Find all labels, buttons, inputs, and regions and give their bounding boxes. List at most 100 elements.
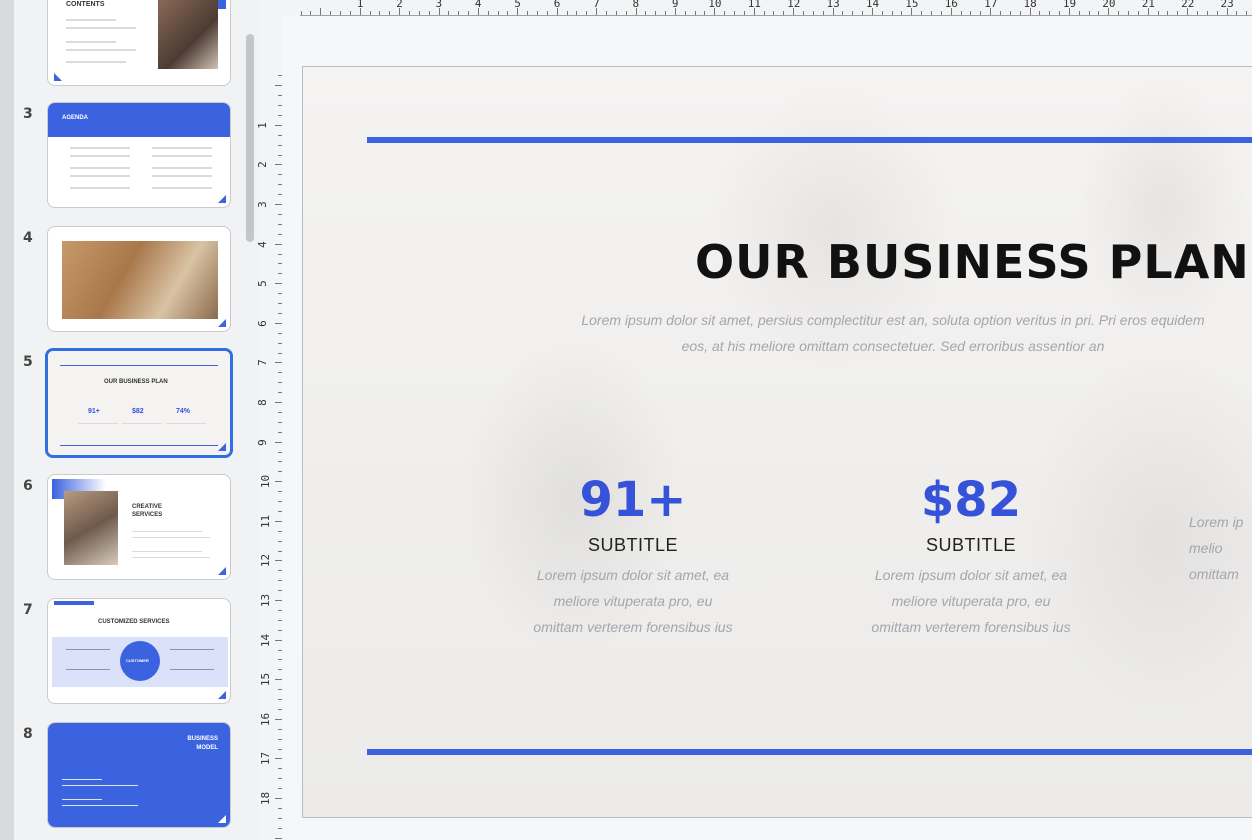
- ruler-tick: [576, 11, 578, 15]
- stat-value: 91+: [579, 472, 687, 528]
- ruler-label: 2: [255, 161, 269, 169]
- ruler-tick: [970, 11, 972, 15]
- ruler-tick: [278, 570, 282, 572]
- ruler-tick: [1039, 11, 1041, 15]
- ruler-tick: [275, 600, 282, 601]
- ruler-tick: [278, 619, 282, 621]
- ruler-tick: [278, 550, 282, 552]
- thumbnail-slide-4[interactable]: [47, 226, 231, 332]
- ruler-tick: [999, 11, 1001, 15]
- ruler-tick: [278, 530, 282, 532]
- ruler-tick: [1088, 11, 1090, 15]
- ruler-tick: [822, 11, 824, 15]
- ruler-tick: [278, 352, 282, 354]
- thumbnail-slide-7[interactable]: CUSTOMIZED SERVICES CUSTOMER: [47, 598, 231, 704]
- window-edge: [0, 0, 14, 840]
- ruler-tick: [278, 312, 282, 314]
- thumbnail-slide-2[interactable]: CONTENTS: [47, 0, 231, 86]
- ruler-label: 2: [396, 0, 403, 10]
- ruler-label: 20: [1102, 0, 1116, 10]
- ruler-tick: [448, 11, 450, 15]
- ruler-tick: [275, 402, 282, 403]
- ruler-tick: [527, 11, 529, 15]
- ruler-tick: [704, 11, 706, 15]
- ruler-tick: [625, 11, 627, 15]
- ruler-tick: [278, 114, 282, 116]
- thumbnail-number: 7: [23, 602, 33, 618]
- ruler-tick: [278, 75, 282, 77]
- ruler-label: 10: [259, 475, 273, 489]
- ruler-tick: [278, 154, 282, 156]
- ruler-tick: [566, 11, 568, 15]
- slide-thumbnail-panel[interactable]: CONTENTS 3 AGENDA 4 5 OUR BUSINESS PLAN …: [14, 0, 258, 840]
- ruler-tick: [275, 85, 282, 87]
- ruler-tick: [278, 253, 282, 255]
- thumbnail-photo: [64, 491, 118, 565]
- stat-label: SUBTITLE: [587, 535, 679, 555]
- thumbnail-scrollbar[interactable]: [246, 34, 254, 242]
- ruler-label: 12: [787, 0, 801, 10]
- ruler-tick: [278, 144, 282, 146]
- ruler-tick: [278, 293, 282, 295]
- ruler-label: 11: [259, 514, 273, 528]
- thumbnail-slide-3[interactable]: AGENDA: [47, 102, 231, 208]
- current-slide[interactable]: OUR BUSINESS PLAN Lorem ipsum dolor sit …: [302, 66, 1252, 818]
- ruler-tick: [468, 11, 470, 15]
- slide-subtitle[interactable]: Lorem ipsum dolor sit amet, persius comp…: [483, 307, 1252, 359]
- ruler-tick: [278, 609, 282, 611]
- ruler-tick: [278, 223, 282, 225]
- stat-block-3-partial[interactable]: Lorem ip melio omittam: [1169, 473, 1252, 587]
- ruler-tick: [275, 204, 282, 205]
- ruler-tick: [842, 11, 844, 15]
- ruler-label: 14: [259, 633, 273, 647]
- ruler-tick: [320, 8, 322, 15]
- ruler-tick: [278, 768, 282, 770]
- ruler-tick: [278, 431, 282, 433]
- ruler-tick: [278, 372, 282, 374]
- presentation-editor: CONTENTS 3 AGENDA 4 5 OUR BUSINESS PLAN …: [0, 0, 1252, 840]
- ruler-tick: [275, 283, 282, 285]
- ruler-tick: [655, 11, 657, 15]
- slide-title[interactable]: OUR BUSINESS PLAN: [695, 235, 1250, 289]
- ruler-tick: [278, 105, 282, 106]
- ruler-tick: [278, 699, 282, 700]
- thumbnail-number: 6: [23, 478, 33, 494]
- thumbnail-photo: [62, 241, 218, 319]
- thumbnail-slide-8[interactable]: BUSINESS MODEL: [47, 722, 231, 828]
- ruler-tick: [275, 441, 282, 443]
- ruler-tick: [497, 11, 499, 15]
- ruler-tick: [275, 679, 282, 681]
- ruler-tick: [1019, 11, 1021, 15]
- ruler-tick: [615, 11, 617, 15]
- thumbnail-number: 3: [23, 106, 33, 122]
- ruler-tick: [1246, 11, 1248, 15]
- vertical-ruler: 1 2 3 4 5 6 7 8 9 10 11 12 13 14 15 16 17 18: [255, 66, 282, 840]
- ruler-tick: [546, 11, 548, 15]
- stat-block-2[interactable]: $82 SUBTITLE Lorem ipsum dolor sit amet,…: [831, 473, 1111, 640]
- thumbnail-slide-6[interactable]: CREATIVE SERVICES: [47, 474, 231, 580]
- ruler-tick: [275, 322, 282, 324]
- ruler-tick: [278, 590, 282, 592]
- ruler-tick: [278, 451, 282, 453]
- thumbnail-title: AGENDA: [62, 115, 89, 121]
- ruler-tick: [278, 788, 282, 790]
- ruler-tick: [275, 718, 282, 720]
- ruler-tick: [980, 11, 982, 15]
- ruler-tick: [724, 11, 726, 15]
- ruler-tick: [862, 11, 864, 15]
- thumbnail-title: BUSINESS MODEL: [187, 736, 218, 751]
- ruler-label: 6: [255, 319, 269, 327]
- ruler-tick: [278, 817, 282, 819]
- ruler-tick: [960, 11, 962, 15]
- stat-block-1[interactable]: 91+ SUBTITLE Lorem ipsum dolor sit amet,…: [493, 473, 773, 640]
- ruler-tick: [278, 134, 282, 136]
- thumbnail-slide-5-selected[interactable]: OUR BUSINESS PLAN 91+ $82 74%: [45, 348, 233, 458]
- ruler-tick: [507, 11, 509, 15]
- ruler-tick: [278, 689, 282, 691]
- ruler-tick: [645, 11, 647, 15]
- ruler-tick: [340, 11, 341, 15]
- ruler-tick: [783, 11, 785, 15]
- ruler-tick: [278, 184, 282, 186]
- ruler-label: 7: [593, 0, 600, 10]
- ruler-tick: [278, 708, 282, 710]
